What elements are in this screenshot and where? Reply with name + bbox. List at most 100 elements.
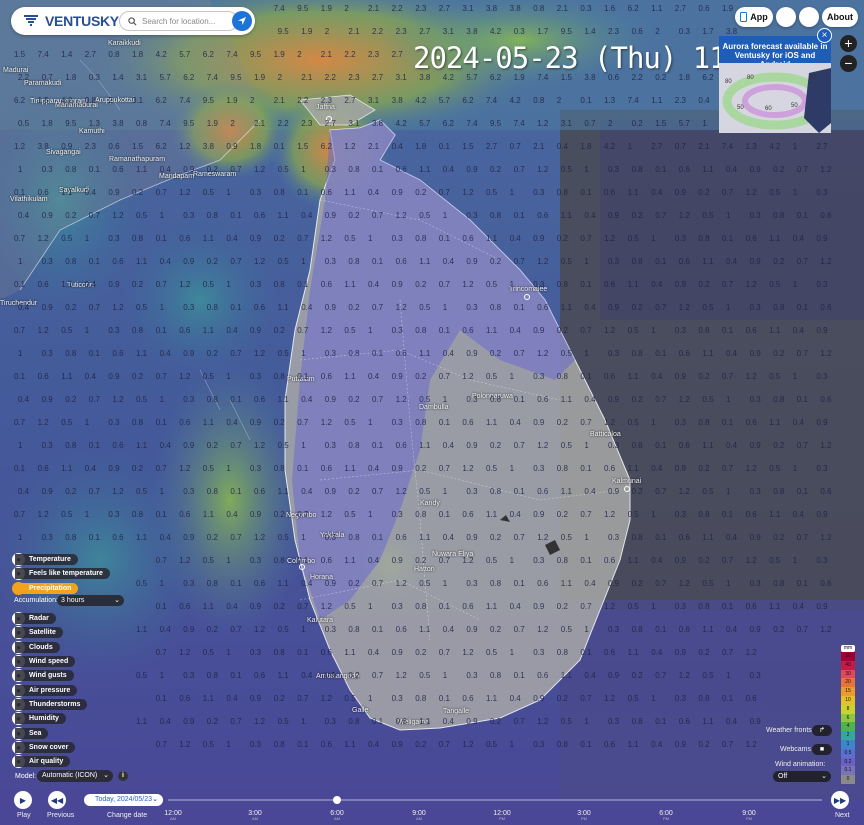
city-label[interactable]: Tangalle: [443, 708, 469, 715]
change-date-select[interactable]: Today, 2024/05/23 ⌄: [84, 794, 163, 806]
city-label[interactable]: Rameswaram: [193, 171, 236, 178]
legend-step: 0: [841, 775, 855, 784]
play-icon: ▶: [19, 795, 27, 805]
play-button[interactable]: ▶: [14, 791, 32, 809]
city-label[interactable]: Yakkala: [320, 532, 344, 539]
timeline-tick[interactable]: 12:00 PM: [487, 810, 517, 821]
search-input[interactable]: Search for location...: [119, 11, 238, 31]
legend-step: 0.5: [841, 748, 855, 758]
model-info-button[interactable]: i: [118, 771, 128, 781]
tick-ampm: AM: [334, 816, 340, 821]
city-label[interactable]: Negombo: [286, 512, 316, 519]
timeline-thumb[interactable]: [333, 796, 341, 804]
city-label[interactable]: Aruppukottai: [95, 97, 134, 104]
city-label[interactable]: Ramanathapuram: [109, 156, 165, 163]
next-button[interactable]: ▶▶: [831, 791, 849, 809]
city-label[interactable]: Madurai: [3, 67, 28, 74]
city-label[interactable]: Tirupparankunram: [30, 98, 87, 105]
city-label[interactable]: Jaffna: [316, 104, 335, 111]
timeline-track[interactable]: [168, 799, 822, 801]
city-label[interactable]: Weligama: [398, 719, 429, 726]
city-label[interactable]: Ambalangoda: [316, 673, 359, 680]
locate-me-button[interactable]: [232, 11, 252, 31]
layer-feels-like-temperature[interactable]: ●Feels like temperature: [12, 567, 110, 580]
logo-text: VENTUSKY: [45, 13, 119, 29]
timeline-tick[interactable]: 9:00 AM: [404, 810, 434, 821]
layer-precipitation[interactable]: ●Precipitation: [12, 582, 79, 595]
ventusky-logo[interactable]: VENTUSKY: [23, 13, 119, 29]
city-label[interactable]: Trincomalee: [509, 286, 547, 293]
chevron-down-icon: ⌄: [114, 597, 120, 604]
previous-label: Previous: [47, 812, 75, 819]
city-label[interactable]: Galle: [352, 707, 368, 714]
layer-label: Temperature: [15, 554, 78, 565]
zoom-in-button[interactable]: +: [840, 35, 857, 52]
wind-animation-value: Off: [778, 773, 788, 780]
city-label[interactable]: Nuwara Eliya: [432, 551, 473, 558]
city-label[interactable]: Kalutara: [307, 617, 333, 624]
layer-clouds[interactable]: ●Clouds: [12, 641, 60, 654]
layer-wind-gusts[interactable]: ●Wind gusts: [12, 669, 74, 682]
city-label[interactable]: Tiruchendur: [0, 300, 37, 307]
city-label[interactable]: Kamuthi: [79, 128, 105, 135]
layer-air-pressure[interactable]: ●Air pressure: [12, 684, 78, 697]
layer-sea[interactable]: ●Sea: [12, 727, 49, 740]
layer-label: Radar: [15, 613, 56, 624]
wind-animation-label: Wind animation:: [775, 761, 826, 768]
layer-wind-speed[interactable]: ●Wind speed: [12, 655, 76, 668]
accumulation-select[interactable]: 3 hours ⌄: [57, 595, 124, 606]
city-label[interactable]: Batticaloa: [590, 431, 621, 438]
layer-humidity[interactable]: ●Humidity: [12, 712, 66, 725]
aurora-promo[interactable]: Aurora forecast available in Ventusky fo…: [719, 36, 831, 133]
model-select[interactable]: Automatic (ICON) ⌄: [37, 770, 113, 782]
timeline-tick[interactable]: 6:00 PM: [651, 810, 681, 821]
city-label[interactable]: Mandapam: [159, 173, 194, 180]
tick-ampm: AM: [416, 816, 422, 821]
city-label[interactable]: Tuticorin: [67, 282, 94, 289]
chevron-down-icon: ⌄: [103, 772, 109, 779]
city-label[interactable]: Vilathikulam: [10, 196, 48, 203]
layer-label: Precipitation: [15, 583, 79, 594]
legend-step: 2: [841, 731, 855, 740]
timeline-tick[interactable]: 12:00 AM: [158, 810, 188, 821]
tick-ampm: PM: [746, 816, 752, 821]
webcams-toggle[interactable]: ■: [812, 744, 832, 755]
timeline-tick[interactable]: 9:00 PM: [734, 810, 764, 821]
aurora-ring-label: 50: [791, 103, 798, 109]
city-label[interactable]: Sayalkudi: [59, 187, 89, 194]
city-label[interactable]: Kalmunai: [612, 478, 641, 485]
city-label[interactable]: Polonnaruwa: [472, 393, 513, 400]
timeline-tick[interactable]: 6:00 AM: [322, 810, 352, 821]
layer-temperature[interactable]: ●Temperature: [12, 553, 78, 566]
layer-thunderstorms[interactable]: ●Thunderstorms: [12, 698, 88, 711]
legend-step: 0.1: [841, 766, 855, 776]
layer-satellite[interactable]: ●Satellite: [12, 626, 63, 639]
city-label[interactable]: Hatton: [414, 566, 435, 573]
aurora-map-image: 80 80 90 50 60 50: [719, 63, 831, 133]
city-label[interactable]: Horana: [310, 574, 333, 581]
settings-button[interactable]: [776, 7, 796, 27]
layer-radar[interactable]: ●Radar: [12, 612, 56, 625]
layer-air-quality[interactable]: ●Air quality: [12, 755, 71, 768]
city-label[interactable]: Paramakudi: [24, 80, 61, 87]
weather-fronts-toggle[interactable]: ↱: [812, 725, 832, 736]
city-label[interactable]: Karaikkudi: [108, 40, 141, 47]
city-label[interactable]: Sivagangai: [46, 149, 81, 156]
zoom-out-button[interactable]: −: [840, 55, 857, 72]
timeline-tick[interactable]: 3:00 AM: [240, 810, 270, 821]
about-button[interactable]: About: [822, 7, 858, 27]
share-button[interactable]: [799, 7, 819, 27]
city-label[interactable]: Dambulla: [419, 404, 449, 411]
aurora-close-button[interactable]: ×: [817, 28, 832, 43]
city-label[interactable]: Kandy: [420, 500, 440, 507]
layer-snow-cover[interactable]: ●Snow cover: [12, 741, 76, 754]
layer-label: Air pressure: [15, 685, 78, 696]
model-label: Model:: [15, 773, 37, 780]
timeline-tick[interactable]: 3:00 PM: [569, 810, 599, 821]
weather-fronts-label: Weather fronts: [766, 727, 812, 734]
tick-ampm: AM: [252, 816, 258, 821]
app-button[interactable]: App: [735, 7, 773, 27]
wind-animation-select[interactable]: Off ⌄: [773, 771, 831, 782]
city-label[interactable]: Puttalam: [287, 376, 315, 383]
previous-button[interactable]: ◀◀: [48, 791, 66, 809]
